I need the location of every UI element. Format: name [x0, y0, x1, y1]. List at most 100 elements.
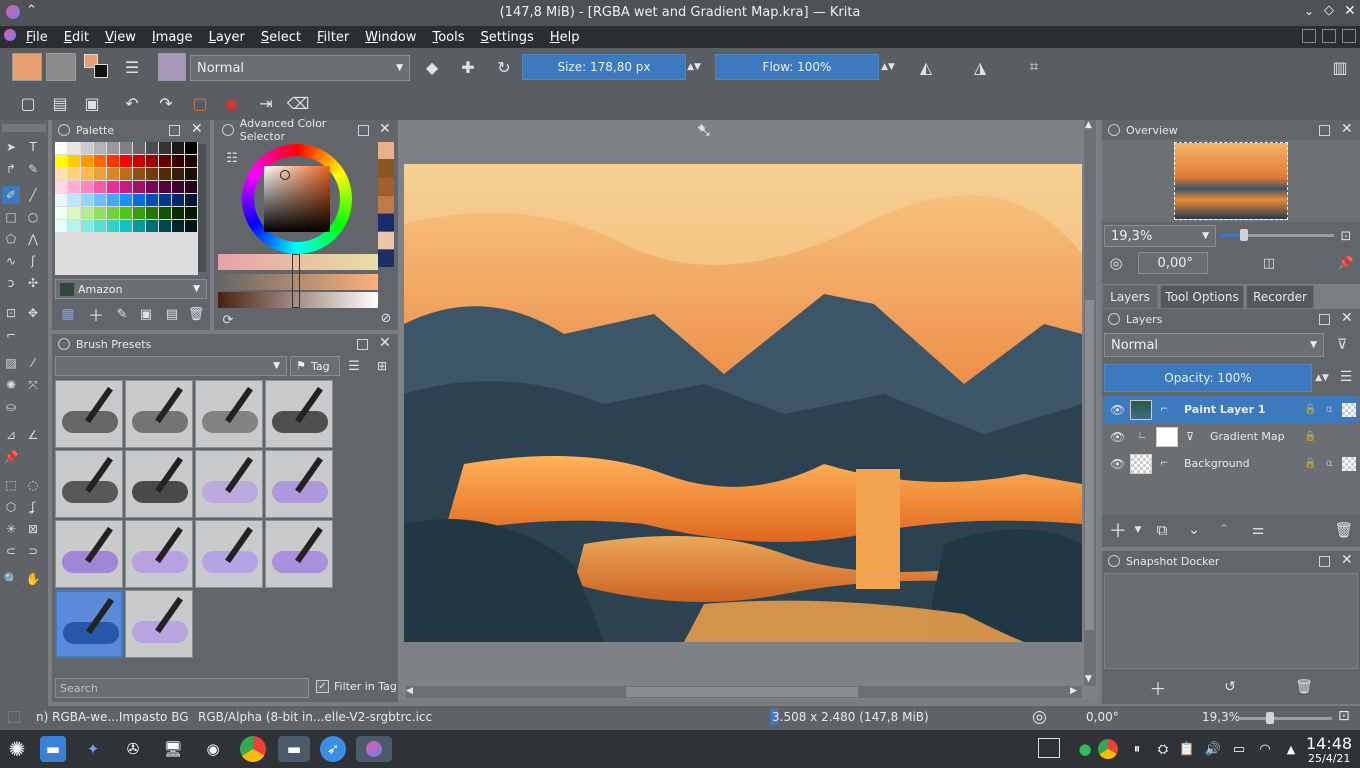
blend-mode-combo[interactable]: Normal ▼: [190, 55, 410, 81]
contiguous-select-tool-icon[interactable]: ✳: [2, 520, 20, 538]
pattern-preset-button[interactable]: [46, 53, 76, 81]
measure-tool-icon[interactable]: ∠: [24, 426, 42, 444]
history-color-swatch[interactable]: [378, 196, 394, 213]
brush-preset-thumbnail[interactable]: [125, 590, 193, 658]
palette-swatch[interactable]: [94, 155, 106, 167]
palette-swatch[interactable]: [120, 207, 132, 219]
history-color-swatch[interactable]: [378, 250, 394, 267]
palette-swatch[interactable]: [94, 168, 106, 180]
pin-icon[interactable]: 📌: [1336, 253, 1356, 273]
float-icon[interactable]: [1319, 556, 1330, 567]
palette-swatch[interactable]: [81, 181, 93, 193]
add-swatch-icon[interactable]: ＋: [86, 304, 106, 325]
horizontal-scrollbar[interactable]: ◀ ▶: [406, 686, 1082, 698]
palette-swatch[interactable]: [185, 168, 197, 180]
edit-shapes-tool-icon[interactable]: ↱: [2, 160, 20, 178]
layer-name[interactable]: Gradient Map: [1210, 430, 1285, 443]
alpha-lock-icon[interactable]: ✚: [458, 57, 478, 77]
menu-filter[interactable]: Filter: [309, 30, 357, 45]
layer-blend-mode-combo[interactable]: Normal ▼: [1104, 333, 1324, 357]
layer-name[interactable]: Paint Layer 1: [1184, 403, 1266, 416]
brush-preset-thumbnail[interactable]: [265, 380, 333, 448]
close-icon[interactable]: ✕: [379, 335, 391, 351]
scroll-left-icon[interactable]: ◀: [406, 686, 413, 696]
palette-selector[interactable]: Amazon ▼: [55, 279, 207, 299]
new-document-icon[interactable]: ▢: [18, 93, 38, 113]
palette-swatch[interactable]: [68, 207, 80, 219]
tray-expand-icon[interactable]: ▲: [1278, 736, 1304, 762]
battery-icon[interactable]: ▭: [1226, 736, 1252, 762]
palette-swatch[interactable]: [55, 207, 67, 219]
brush-preset-thumbnail[interactable]: [55, 590, 123, 658]
wrap-around-icon[interactable]: ⌗: [1024, 57, 1044, 77]
move-layer-up-icon[interactable]: ⌃: [1214, 520, 1234, 540]
select-shapes-tool-icon[interactable]: ➤: [2, 138, 20, 156]
brush-preset-icon[interactable]: [158, 53, 186, 81]
palette-swatch[interactable]: [172, 207, 184, 219]
flow-spin-icon[interactable]: ▲▼: [878, 57, 898, 77]
refresh-color-icon[interactable]: ⟳: [218, 310, 238, 330]
brush-preset-thumbnail[interactable]: [125, 380, 193, 448]
palette-swatch[interactable]: [133, 207, 145, 219]
eraser-icon[interactable]: ◆: [422, 57, 442, 77]
close-window-icon[interactable]: ✕: [1344, 3, 1356, 19]
color-history[interactable]: [378, 142, 394, 270]
float-icon[interactable]: [357, 339, 368, 350]
palette-swatch[interactable]: [107, 220, 119, 232]
lock-icon[interactable]: [1108, 555, 1120, 567]
alpha-lock-layer-icon[interactable]: α: [1326, 458, 1333, 469]
brush-settings-icon[interactable]: ☰: [122, 57, 142, 77]
app-menu-icon[interactable]: [0, 29, 18, 45]
zoom-combo[interactable]: 19,3% ▼: [1104, 225, 1216, 247]
palette-swatch[interactable]: [146, 207, 158, 219]
fill-tool-icon[interactable]: ⤧: [24, 376, 42, 394]
duplicate-layer-icon[interactable]: ⧉: [1152, 520, 1172, 540]
palette-swatch[interactable]: [159, 207, 171, 219]
palette-swatch[interactable]: [120, 181, 132, 193]
pan-tool-icon[interactable]: ✋: [24, 570, 42, 588]
color-picker-handle[interactable]: [280, 170, 290, 180]
history-color-swatch[interactable]: [378, 160, 394, 177]
minimize-icon[interactable]: ⌄: [1304, 4, 1314, 18]
mirror-horizontal-icon[interactable]: ◭: [916, 57, 936, 77]
menu-tools[interactable]: Tools: [424, 30, 472, 45]
reference-images-tool-icon[interactable]: 📌: [2, 448, 20, 466]
palette-swatch[interactable]: [159, 155, 171, 167]
visibility-eye-icon[interactable]: 👁: [1110, 457, 1125, 471]
krita-alt-icon[interactable]: ✦: [80, 736, 106, 762]
inherit-alpha-icon[interactable]: [1342, 402, 1356, 417]
close-icon[interactable]: ✕: [1341, 310, 1353, 326]
scroll-up-icon[interactable]: ▲: [1085, 120, 1092, 130]
tag-button[interactable]: ⚑ Tag: [290, 356, 340, 376]
toolbox-handle[interactable]: [2, 124, 46, 132]
palette-grid-icon[interactable]: ▦: [58, 304, 78, 324]
move-layer-down-icon[interactable]: ⌄: [1184, 520, 1204, 540]
updates-tray-icon[interactable]: ⛭: [1150, 736, 1176, 762]
palette-swatch[interactable]: [94, 142, 106, 154]
import-palette-icon[interactable]: ▤: [162, 304, 182, 324]
size-slider[interactable]: Size: 178,80 px: [522, 54, 686, 80]
zoom-fit-icon[interactable]: ⊡: [1336, 226, 1356, 246]
palette-swatch[interactable]: [81, 194, 93, 206]
ellipse-tool-icon[interactable]: ○: [24, 208, 42, 226]
add-layer-menu-icon[interactable]: ▼: [1128, 520, 1148, 540]
lock-layer-icon[interactable]: 🔒: [1304, 458, 1316, 469]
bezier-tool-icon[interactable]: ∿: [2, 252, 20, 270]
brush-preset-thumbnail[interactable]: [195, 450, 263, 518]
history-color-swatch[interactable]: [378, 178, 394, 195]
lock-layer-icon[interactable]: 🔒: [1304, 404, 1316, 415]
lock-layer-icon[interactable]: 🔒: [1304, 431, 1316, 442]
redo-icon[interactable]: ↷: [156, 93, 176, 113]
rect-select-tool-icon[interactable]: ⬚: [2, 476, 20, 494]
float-icon[interactable]: [1319, 314, 1330, 325]
no-color-icon[interactable]: ⊘: [376, 308, 396, 328]
layer-options-icon[interactable]: ☰: [1336, 367, 1356, 387]
app-launcher-icon[interactable]: ✺: [4, 736, 30, 762]
freehand-select-tool-icon[interactable]: ʆ: [24, 498, 42, 516]
layer-opacity-slider[interactable]: Opacity: 100%: [1104, 364, 1312, 392]
palette-swatch[interactable]: [159, 220, 171, 232]
export-icon[interactable]: ⇥: [256, 93, 276, 113]
crop-tool-icon[interactable]: ⌐: [2, 326, 20, 344]
wifi-icon[interactable]: ◠: [1252, 736, 1278, 762]
opacity-spin-icon[interactable]: ▲▼: [1312, 368, 1332, 388]
